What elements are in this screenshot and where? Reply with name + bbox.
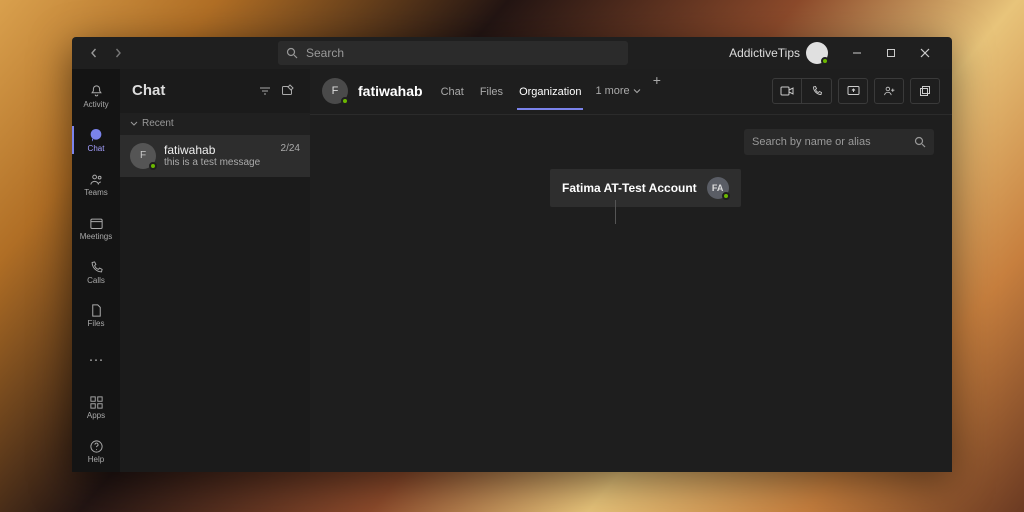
chat-header: F fatiwahab Chat Files Organization 1 mo… <box>310 69 952 115</box>
main-pane: F fatiwahab Chat Files Organization 1 mo… <box>310 69 952 472</box>
search-icon <box>286 47 298 59</box>
rail-label: Files <box>88 319 105 328</box>
org-person-avatar: FA <box>707 177 729 199</box>
app-rail: Activity Chat Teams Meetings <box>72 69 120 472</box>
rail-label: Meetings <box>80 232 112 241</box>
person-name: fatiwahab <box>358 83 423 99</box>
history-nav <box>84 43 128 63</box>
calendar-icon <box>89 216 104 231</box>
back-button[interactable] <box>84 43 104 63</box>
tab-organization[interactable]: Organization <box>517 72 583 110</box>
rail-files[interactable]: Files <box>72 296 120 336</box>
teams-icon <box>89 172 104 187</box>
header-avatar: F <box>322 78 348 104</box>
window-controls <box>840 39 942 67</box>
rail-label: Activity <box>83 100 108 109</box>
titlebar-right: AddictiveTips <box>729 39 946 67</box>
phone-icon <box>89 260 104 275</box>
maximize-button[interactable] <box>874 39 908 67</box>
video-call-button[interactable] <box>772 78 802 104</box>
rail-label: Teams <box>84 188 108 197</box>
chevron-down-icon <box>633 87 641 95</box>
chat-list-pane: Chat Recent F fatiwahab <box>120 69 310 472</box>
account-avatar <box>806 42 828 64</box>
org-person-card[interactable]: Fatima AT-Test Account FA <box>550 169 741 207</box>
add-tab-button[interactable]: + <box>653 72 661 110</box>
chevron-down-icon <box>130 120 138 128</box>
chat-list-item[interactable]: F fatiwahab this is a test message 2/24 <box>120 135 310 177</box>
section-label-text: Recent <box>142 118 174 129</box>
forward-button[interactable] <box>108 43 128 63</box>
presence-available-icon <box>821 57 829 65</box>
add-people-button[interactable] <box>874 78 904 104</box>
rail-activity[interactable]: Activity <box>72 77 120 117</box>
screen-share-button[interactable] <box>838 78 868 104</box>
close-button[interactable] <box>908 39 942 67</box>
help-icon <box>89 439 104 454</box>
organization-view: Search by name or alias Fatima AT-Test A… <box>310 115 952 472</box>
org-search-placeholder: Search by name or alias <box>752 136 871 148</box>
rail-apps[interactable]: Apps <box>72 388 120 428</box>
audio-call-button[interactable] <box>802 78 832 104</box>
message-preview: this is a test message <box>164 157 273 168</box>
org-search-input[interactable]: Search by name or alias <box>744 129 934 155</box>
rail-label: Apps <box>87 411 105 420</box>
presence-available-icon <box>149 162 157 170</box>
app-window: Search AddictiveTips Activity <box>72 37 952 472</box>
tab-more[interactable]: 1 more <box>595 72 640 110</box>
presence-available-icon <box>722 192 730 200</box>
contact-name: fatiwahab <box>164 143 273 157</box>
new-chat-button[interactable] <box>276 80 298 102</box>
recent-section[interactable]: Recent <box>120 113 310 135</box>
rail-calls[interactable]: Calls <box>72 252 120 292</box>
rail-meetings[interactable]: Meetings <box>72 208 120 248</box>
account-menu[interactable]: AddictiveTips <box>729 42 828 64</box>
popout-button[interactable] <box>910 78 940 104</box>
filter-button[interactable] <box>254 80 276 102</box>
account-name: AddictiveTips <box>729 46 800 60</box>
app-body: Activity Chat Teams Meetings <box>72 69 952 472</box>
minimize-button[interactable] <box>840 39 874 67</box>
tab-chat[interactable]: Chat <box>439 72 466 110</box>
org-person-name: Fatima AT-Test Account <box>562 181 697 195</box>
ellipsis-icon: ··· <box>89 352 104 367</box>
apps-icon <box>89 395 104 410</box>
rail-more[interactable]: ··· <box>72 340 120 380</box>
rail-label: Chat <box>88 144 105 153</box>
chat-tabs: Chat Files Organization 1 more + <box>439 72 661 110</box>
rail-label: Calls <box>87 276 105 285</box>
bell-icon <box>89 84 104 99</box>
rail-chat[interactable]: Chat <box>72 120 120 160</box>
tab-files[interactable]: Files <box>478 72 505 110</box>
search-placeholder: Search <box>306 46 344 60</box>
contact-avatar: F <box>130 143 156 169</box>
rail-label: Help <box>88 455 104 464</box>
global-search[interactable]: Search <box>278 41 628 65</box>
message-date: 2/24 <box>281 143 300 169</box>
titlebar: Search AddictiveTips <box>72 37 952 69</box>
rail-help[interactable]: Help <box>72 432 120 472</box>
chat-list-header: Chat <box>120 69 310 113</box>
header-actions <box>772 78 940 104</box>
search-icon <box>914 136 926 148</box>
chat-icon <box>88 127 104 143</box>
chat-list-title: Chat <box>132 82 165 99</box>
presence-available-icon <box>341 97 349 105</box>
rail-teams[interactable]: Teams <box>72 164 120 204</box>
file-icon <box>89 303 104 318</box>
org-connector-line <box>615 200 616 224</box>
